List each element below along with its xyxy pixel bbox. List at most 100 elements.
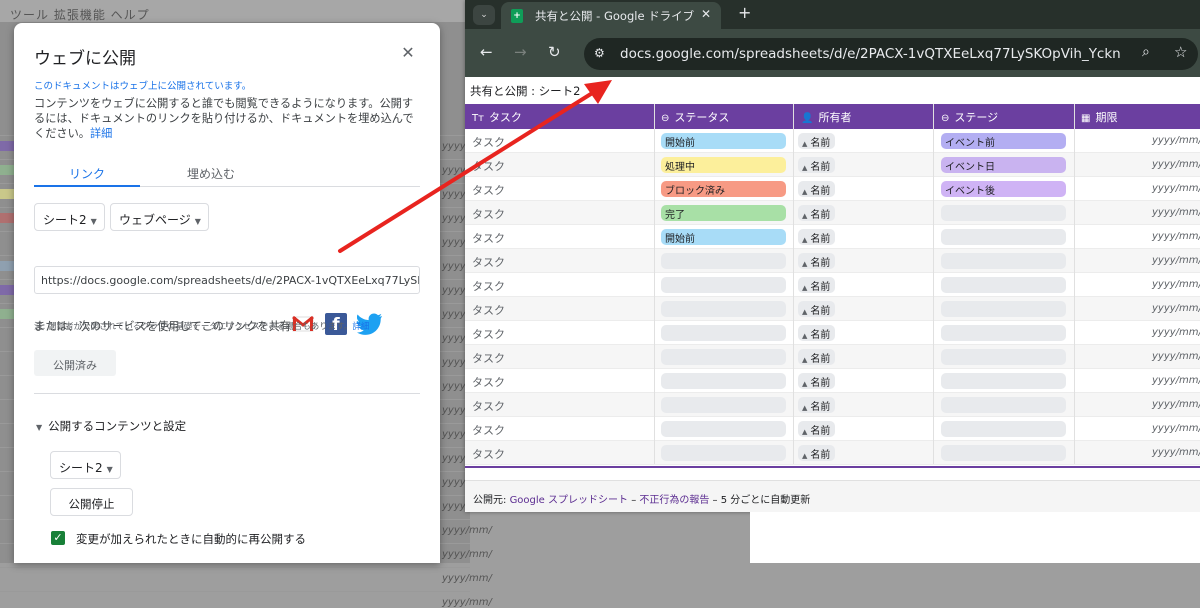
description-learn-more-link[interactable]: 詳細 xyxy=(90,127,112,140)
stage-chip xyxy=(941,205,1066,221)
table-row: タスク ▲名前 yyyy/mm/d xyxy=(465,297,1200,321)
stage-chip xyxy=(941,253,1066,269)
due-date-cell: yyyy/mm/d xyxy=(1152,423,1200,434)
background-color-stripe xyxy=(0,261,14,271)
owner-name: 名前 xyxy=(810,138,831,149)
settings-sheet-select[interactable]: シート2 ▼ xyxy=(50,451,121,479)
status-chip xyxy=(661,373,786,389)
column-divider xyxy=(654,104,655,464)
table-row: タスク 開始前 ▲名前 yyyy/mm/d xyxy=(465,225,1200,249)
column-divider xyxy=(1074,104,1075,464)
published-page-title: 共有と公開 : シート2 xyxy=(470,84,581,98)
background-color-stripe xyxy=(0,165,14,175)
table-header: Tт タスク ⊖ ステータス 👤 所有者 ⊖ ステージ ▦ 期限 xyxy=(465,104,1200,129)
background-row-date: yyyy/mm/ xyxy=(442,525,492,536)
dropdown-chip-icon: ⊖ xyxy=(661,113,670,124)
auto-republish-checkbox[interactable]: ✓ xyxy=(51,531,65,545)
task-cell: タスク xyxy=(472,376,505,389)
browser-toolbar: ← → ↻ ⚙ docs.google.com/spreadsheets/d/e… xyxy=(465,29,1200,77)
section-title: 公開するコンテンツと設定 xyxy=(48,419,187,433)
table-row: タスク 開始前 ▲名前 イベント前 yyyy/mm/d xyxy=(465,129,1200,153)
column-header-owner-label: 所有者 xyxy=(818,111,852,124)
chevron-down-icon: ▼ xyxy=(90,217,97,226)
owner-name: 名前 xyxy=(810,258,831,269)
table-bottom-border xyxy=(465,466,1200,468)
status-chip xyxy=(661,277,786,293)
bookmark-star-icon[interactable]: ☆ xyxy=(1174,43,1187,61)
data-access-note: 注: 閲覧者が公開されているグラフの基礎データにアクセスできる場合もあります。詳… xyxy=(34,320,369,332)
stage-chip xyxy=(941,229,1066,245)
back-arrow-icon[interactable]: ← xyxy=(480,43,493,61)
footer-text: 公開元: Google スプレッドシート – 不正行為の報告 – 5 分ごとに自… xyxy=(473,491,810,506)
tab-link[interactable]: リンク xyxy=(34,165,140,182)
format-select[interactable]: ウェブページ ▼ xyxy=(110,203,209,231)
publish-url-field[interactable]: https://docs.google.com/spreadsheets/d/e… xyxy=(34,266,420,294)
stop-publishing-button[interactable]: 公開停止 xyxy=(50,488,133,516)
sheet-select[interactable]: シート2 ▼ xyxy=(34,203,105,231)
person-icon: ▲ xyxy=(802,356,808,364)
column-header-status: ⊖ ステータス xyxy=(661,109,729,125)
person-icon: ▲ xyxy=(802,260,808,268)
task-cell: タスク xyxy=(472,256,505,269)
owner-chip: ▲ 名前 xyxy=(798,277,836,293)
reload-icon[interactable]: ↻ xyxy=(548,43,561,61)
owner-chip: ▲ 名前 xyxy=(798,157,836,173)
close-icon[interactable]: ✕ xyxy=(400,43,416,62)
person-icon: ▲ xyxy=(802,332,808,340)
report-abuse-link[interactable]: 不正行為の報告 xyxy=(639,495,709,506)
column-divider xyxy=(933,104,934,464)
owner-name: 名前 xyxy=(810,186,831,197)
column-header-task: Tт タスク xyxy=(472,109,522,125)
site-settings-icon[interactable]: ⚙ xyxy=(594,46,605,60)
due-date-cell: yyyy/mm/d xyxy=(1152,375,1200,386)
zoom-icon[interactable]: ⌕ xyxy=(1142,44,1150,60)
forward-arrow-icon[interactable]: → xyxy=(514,43,527,61)
chevron-down-icon: ▼ xyxy=(106,465,113,474)
stage-chip: イベント前 xyxy=(941,133,1066,149)
owner-name: 名前 xyxy=(810,402,831,413)
dropdown-chip-icon: ⊖ xyxy=(941,113,950,124)
owner-chip: ▲ 名前 xyxy=(798,133,836,149)
status-chip: 完了 xyxy=(661,205,786,221)
address-bar[interactable]: ⚙ docs.google.com/spreadsheets/d/e/2PACX… xyxy=(584,38,1198,70)
address-url: docs.google.com/spreadsheets/d/e/2PACX-1… xyxy=(620,46,1120,62)
published-notice: このドキュメントはウェブ上に公開されています。 xyxy=(34,81,252,92)
task-cell: タスク xyxy=(472,232,505,245)
table-row: タスク ▲名前 yyyy/mm/d xyxy=(465,345,1200,369)
due-date-cell: yyyy/mm/d xyxy=(1152,183,1200,194)
table-row: タスク 完了 ▲名前 yyyy/mm/d xyxy=(465,201,1200,225)
settings-sheet-select-value: シート2 xyxy=(59,461,103,475)
publish-settings-toggle[interactable]: ▼ 公開するコンテンツと設定 xyxy=(36,418,186,434)
stage-chip xyxy=(941,421,1066,437)
google-sheets-link[interactable]: Google スプレッドシート xyxy=(510,495,628,506)
due-date-cell: yyyy/mm/d xyxy=(1152,279,1200,290)
format-select-value: ウェブページ xyxy=(119,213,191,227)
browser-tab-bar: ⌄ + 共有と公開 - Google ドライブ ✕ + xyxy=(465,0,1200,29)
status-chip: 開始前 xyxy=(661,133,786,149)
owner-chip: ▲ 名前 xyxy=(798,421,836,437)
tab-close-icon[interactable]: ✕ xyxy=(701,7,711,21)
person-icon: ▲ xyxy=(802,236,808,244)
published-button[interactable]: 公開済み xyxy=(34,350,116,376)
task-cell: タスク xyxy=(472,208,505,221)
tab-search-button[interactable]: ⌄ xyxy=(473,5,495,25)
background-menu-text: ツール 拡張機能 ヘルプ xyxy=(10,8,150,22)
owner-chip: ▲ 名前 xyxy=(798,205,836,221)
table-row: タスク ▲名前 yyyy/mm/d xyxy=(465,273,1200,297)
task-cell: タスク xyxy=(472,448,505,461)
browser-tab[interactable]: + 共有と公開 - Google ドライブ ✕ xyxy=(501,2,721,29)
status-chip: ブロック済み xyxy=(661,181,786,197)
due-date-cell: yyyy/mm/d xyxy=(1152,231,1200,242)
task-cell: タスク xyxy=(472,304,505,317)
status-chip xyxy=(661,421,786,437)
tab-embed[interactable]: 埋め込む xyxy=(158,165,264,182)
publish-to-web-dialog: ウェブに公開 ✕ このドキュメントはウェブ上に公開されています。 コンテンツをウ… xyxy=(14,23,440,563)
owner-name: 名前 xyxy=(810,354,831,365)
new-tab-icon[interactable]: + xyxy=(738,3,751,22)
stage-chip xyxy=(941,325,1066,341)
column-divider xyxy=(793,104,794,464)
note-learn-more-link[interactable]: 詳細 xyxy=(352,322,369,332)
due-date-cell: yyyy/mm/d xyxy=(1152,399,1200,410)
note-text: 注: 閲覧者が公開されているグラフの基礎データにアクセスできる場合もあります。 xyxy=(34,322,353,332)
owner-name: 名前 xyxy=(810,234,831,245)
